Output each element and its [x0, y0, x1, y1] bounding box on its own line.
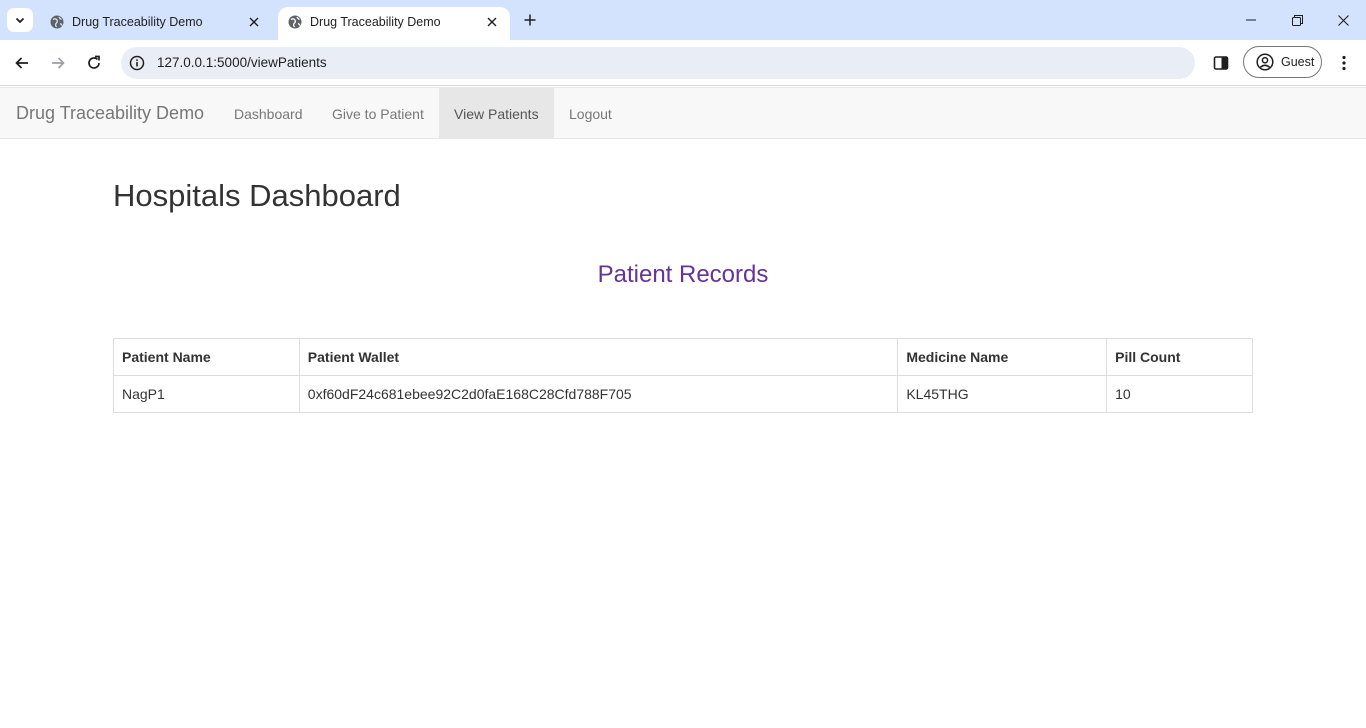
cell-patient-wallet: 0xf60dF24c681ebee92C2d0faE168C28Cfd788F7… — [298, 375, 899, 413]
nav-give-to-patient[interactable]: Give to Patient — [317, 88, 439, 139]
nav-logout[interactable]: Logout — [554, 88, 627, 139]
back-button[interactable] — [8, 49, 36, 77]
new-tab-button[interactable] — [519, 9, 541, 31]
close-icon[interactable] — [483, 13, 501, 31]
account-circle-icon — [1255, 52, 1275, 72]
side-panel-button[interactable] — [1207, 49, 1235, 77]
page-title: Hospitals Dashboard — [113, 178, 401, 213]
tab-2[interactable]: Drug Traceability Demo — [278, 7, 510, 40]
close-window-button[interactable] — [1320, 0, 1366, 40]
address-bar[interactable]: 127.0.0.1:5000/viewPatients — [121, 47, 1195, 79]
arrow-left-icon — [15, 57, 28, 69]
minimize-icon — [1246, 19, 1256, 21]
side-panel-icon — [1213, 56, 1229, 70]
column-header-patient-wallet: Patient Wallet — [298, 338, 899, 376]
column-header-pill-count: Pill Count — [1106, 338, 1253, 376]
profile-label: Guest — [1281, 55, 1315, 69]
cell-medicine-name: KL45THG — [897, 375, 1108, 413]
more-vert-icon — [1342, 55, 1346, 71]
close-icon — [1337, 14, 1349, 26]
cell-patient-name: NagP1 — [113, 375, 300, 413]
forward-button[interactable] — [44, 49, 72, 77]
reload-button[interactable] — [80, 49, 108, 77]
arrow-right-icon — [52, 57, 65, 69]
profile-button[interactable]: Guest — [1243, 46, 1322, 78]
minimize-button[interactable] — [1228, 0, 1274, 40]
globe-icon — [288, 15, 302, 29]
restore-button[interactable] — [1274, 0, 1320, 40]
patient-records-table: Patient Name Patient Wallet Medicine Nam… — [113, 338, 1253, 413]
table-row: NagP1 0xf60dF24c681ebee92C2d0faE168C28Cf… — [113, 375, 1253, 413]
cell-pill-count: 10 — [1106, 375, 1253, 413]
column-header-medicine-name: Medicine Name — [897, 338, 1108, 376]
close-icon[interactable] — [245, 13, 263, 31]
browser-toolbar: 127.0.0.1:5000/viewPatients Guest — [0, 40, 1366, 86]
url-text: 127.0.0.1:5000/viewPatients — [157, 55, 327, 70]
tab-title: Drug Traceability Demo — [310, 15, 441, 29]
tab-title: Drug Traceability Demo — [72, 15, 203, 29]
menu-button[interactable] — [1330, 49, 1358, 77]
info-icon[interactable] — [128, 54, 146, 72]
tab-1[interactable]: Drug Traceability Demo — [40, 7, 272, 40]
table-header-row: Patient Name Patient Wallet Medicine Nam… — [113, 338, 1253, 376]
column-header-patient-name: Patient Name — [113, 338, 300, 376]
plus-icon — [524, 14, 536, 26]
restore-icon — [1291, 14, 1303, 26]
site-navbar: Drug Traceability Demo Dashboard Give to… — [0, 87, 1366, 139]
tab-search-button[interactable] — [7, 8, 33, 32]
reload-icon — [88, 55, 100, 69]
section-title: Patient Records — [597, 261, 769, 288]
chevron-down-icon — [15, 17, 25, 24]
nav-dashboard[interactable]: Dashboard — [219, 88, 318, 139]
globe-icon — [50, 15, 64, 29]
tab-strip: Drug Traceability Demo Drug Traceability… — [0, 0, 1366, 40]
nav-view-patients[interactable]: View Patients — [439, 88, 554, 139]
navbar-brand[interactable]: Drug Traceability Demo — [16, 103, 204, 123]
